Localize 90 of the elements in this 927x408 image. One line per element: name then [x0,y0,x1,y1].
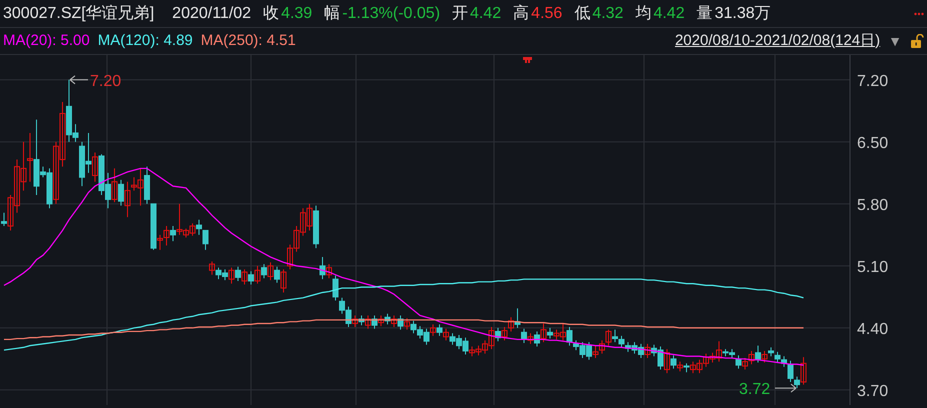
candlestick [443,328,449,341]
candlestick [612,329,618,343]
date-range-link[interactable]: 2020/08/10-2021/02/08(124日) [674,30,880,52]
candlestick [92,152,98,182]
candlestick [352,315,358,328]
event-marker-icon [523,57,532,63]
candlestick [365,315,371,330]
candlestick [774,351,780,363]
candlestick [242,268,248,285]
quote-value: -1.13%(-0.05) [342,4,440,24]
candlestick [196,219,202,236]
annotation-arrow [774,384,796,393]
quote-label: 收 [263,4,280,24]
candlestick [157,234,163,250]
candlestick [794,376,800,389]
candlestick [664,348,670,374]
quote-label: 均 [635,4,652,24]
quote-value: 31.38万 [714,4,771,24]
price-annotation: 7.20 [90,72,122,90]
candlestick [547,327,553,340]
candlestick [1,212,7,227]
candlestick [592,345,598,359]
candlestick [268,262,274,281]
candlestick [742,358,748,370]
candlestick [430,324,436,336]
candlestick [788,360,794,382]
candlestick [677,361,683,372]
candlestick [436,324,442,336]
candlestick [566,326,572,346]
annotation-arrow [70,75,88,84]
quote-value: 4.39 [281,4,312,24]
candlestick [332,275,338,301]
candlestick [606,329,612,346]
candlestick [112,168,118,203]
candlestick [202,230,208,250]
quote-label: 高 [513,4,530,24]
candlestick [144,166,150,204]
ma-legend: MA(250): 4.51 [200,30,296,52]
candlestick [404,318,410,330]
stock-symbol: 300027.SZ[华谊兄弟] [3,4,154,24]
candlestick [762,350,768,363]
candlestick [618,335,624,348]
candlestick [170,226,176,242]
candlestick [124,181,130,218]
quote-label: 幅 [324,4,340,24]
candlestick [502,326,508,341]
candlestick [280,268,286,293]
candlestick [209,260,215,276]
quote-date: 2020/11/02 [172,4,252,24]
y-axis-label: 4.40 [857,320,888,338]
candlestick [800,356,806,386]
candlestick [378,315,384,327]
candlestick [235,266,241,282]
candlestick [670,354,676,370]
quote-label: 低 [574,4,590,24]
candlestick [508,316,514,332]
price-annotation: 3.72 [739,381,770,398]
quote-value: 4.42 [653,4,685,24]
candlestick [540,322,546,343]
candlestick [755,345,761,363]
candlestick [534,330,540,348]
y-axis-label: 6.50 [857,134,888,152]
candlestick [27,132,33,182]
candlestick [391,315,397,328]
candlestick [254,265,260,284]
candlestick [748,350,754,365]
more-icon[interactable] [914,12,924,16]
candlestick [164,226,170,246]
candlestick [644,343,650,359]
quote-label: 开 [452,4,468,24]
dropdown-arrow[interactable]: ▼ [888,30,902,52]
candlestick [248,270,254,285]
quote-label: 量 [696,4,713,24]
y-axis-label: 3.70 [857,382,888,400]
quote-value: 4.56 [531,4,562,24]
y-axis-label: 5.10 [857,258,888,276]
candlestick [228,267,234,284]
quote-value: 4.32 [592,4,624,24]
unlock-icon[interactable] [910,34,924,48]
y-axis-label: 5.80 [857,196,888,214]
candlestick [261,264,267,279]
y-axis-label: 7.20 [857,72,888,90]
quote-value: 4.42 [470,4,502,24]
candlestick [326,264,332,279]
candlestick [528,332,534,344]
ma-legend: MA(120): 4.89 [98,30,193,52]
candlestick [118,179,124,206]
candlestick [599,340,605,354]
candlestick [274,266,280,284]
ma-legend: MA(20): 5.00 [3,30,90,52]
